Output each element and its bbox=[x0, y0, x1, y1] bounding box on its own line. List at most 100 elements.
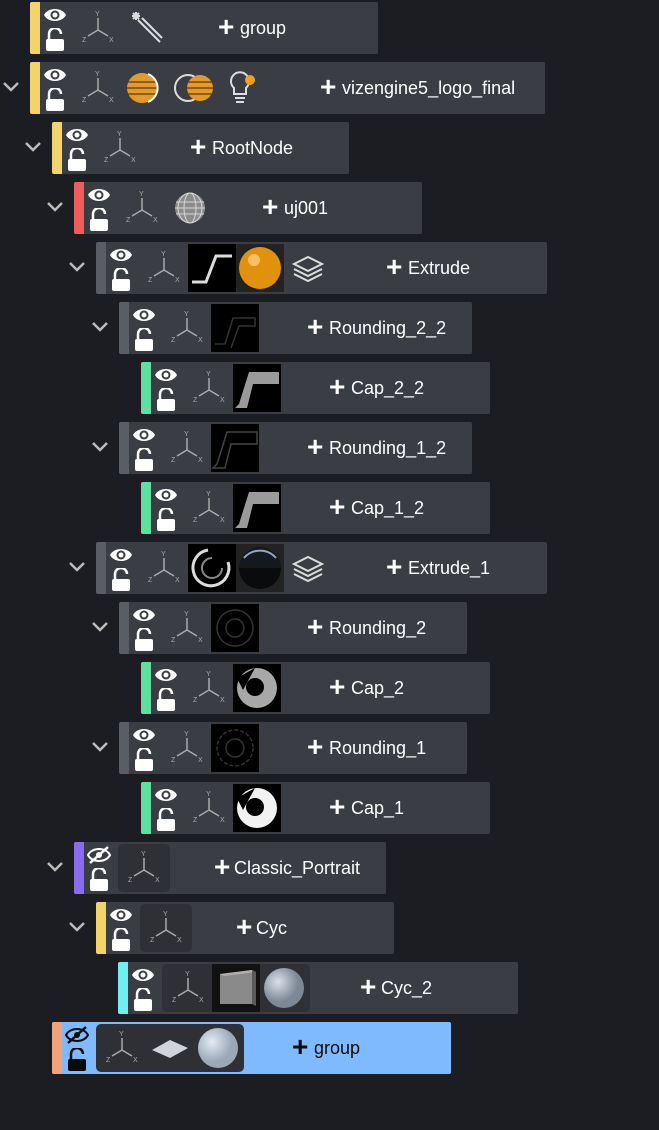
add-child-button[interactable]: + bbox=[329, 373, 345, 401]
chevron-down-icon[interactable] bbox=[44, 195, 66, 217]
unlock-icon[interactable] bbox=[45, 28, 65, 52]
tree-node[interactable]: Y Z X + Cap_2 bbox=[141, 662, 490, 714]
add-child-button[interactable]: + bbox=[386, 253, 402, 281]
eye-icon[interactable] bbox=[132, 305, 156, 325]
unlock-icon[interactable] bbox=[111, 928, 131, 952]
axis-icon[interactable]: Y Z X bbox=[74, 64, 122, 112]
tree-node[interactable]: Y Z X + Rounding_1_2 bbox=[119, 422, 472, 474]
tree-node[interactable]: Y Z X + Cyc bbox=[96, 902, 394, 954]
add-child-button[interactable]: + bbox=[236, 913, 252, 941]
tree-node[interactable]: Y Z X + uj001 bbox=[74, 182, 422, 234]
dark-ring-thumb[interactable] bbox=[211, 604, 259, 652]
add-child-button[interactable]: + bbox=[329, 793, 345, 821]
axis-icon[interactable]: Y Z X bbox=[163, 424, 211, 472]
unlock-icon[interactable] bbox=[156, 808, 176, 832]
tree-node[interactable]: Y Z X + Rounding_2 bbox=[119, 602, 467, 654]
axis-icon[interactable]: Y Z X bbox=[98, 1024, 146, 1072]
chevron-down-icon[interactable] bbox=[22, 135, 44, 157]
axis-icon[interactable]: Y Z X bbox=[163, 724, 211, 772]
tree-node[interactable]: Y Z X + RootNode bbox=[52, 122, 349, 174]
eye-icon[interactable] bbox=[65, 125, 89, 145]
tree-node[interactable]: Y Z X + Cyc_2 bbox=[118, 962, 518, 1014]
unlock-icon[interactable] bbox=[134, 448, 154, 472]
add-child-button[interactable]: + bbox=[329, 673, 345, 701]
eye-hidden-icon[interactable] bbox=[87, 845, 111, 865]
gray-sphere-thumb[interactable] bbox=[260, 964, 308, 1012]
unlock-icon[interactable] bbox=[156, 508, 176, 532]
eye-icon[interactable] bbox=[132, 425, 156, 445]
gray-cube-thumb[interactable] bbox=[212, 964, 260, 1012]
axis-icon[interactable]: Y Z X bbox=[118, 184, 166, 232]
tree-node[interactable]: Y Z X + Cap_2_2 bbox=[141, 362, 490, 414]
add-child-button[interactable]: + bbox=[190, 133, 206, 161]
chevron-down-icon[interactable] bbox=[44, 855, 66, 877]
eye-icon[interactable] bbox=[154, 485, 178, 505]
unlock-icon[interactable] bbox=[67, 148, 87, 172]
layers-icon[interactable] bbox=[284, 244, 332, 292]
eye-icon[interactable] bbox=[154, 665, 178, 685]
wire-sphere-icon[interactable] bbox=[166, 184, 214, 232]
unlock-icon[interactable] bbox=[134, 328, 154, 352]
tree-node[interactable]: Y Z X + Classic_Portrait bbox=[74, 842, 386, 894]
unlock-icon[interactable] bbox=[89, 868, 109, 892]
tree-node[interactable]: Y Z X + group bbox=[30, 2, 378, 54]
tree-node[interactable]: Y Z X + Rounding_1 bbox=[119, 722, 467, 774]
chevron-down-icon[interactable] bbox=[89, 435, 111, 457]
layers-icon[interactable] bbox=[284, 544, 332, 592]
white-ring-thumb[interactable] bbox=[233, 784, 281, 832]
dark-z-shape-thumb[interactable] bbox=[211, 424, 259, 472]
orange-ball-thumb[interactable] bbox=[236, 244, 284, 292]
axis-icon[interactable]: Y Z X bbox=[120, 844, 168, 892]
orange-sphere-half-icon[interactable] bbox=[122, 64, 170, 112]
eye-icon[interactable] bbox=[132, 725, 156, 745]
add-child-button[interactable]: + bbox=[307, 313, 323, 341]
tree-node[interactable]: Y Z X + Extrude_1 bbox=[96, 542, 547, 594]
axis-icon[interactable]: Y Z X bbox=[96, 124, 144, 172]
dark-z-shape-thumb[interactable] bbox=[211, 304, 259, 352]
add-child-button[interactable]: + bbox=[329, 493, 345, 521]
dark-ring-thumb[interactable] bbox=[211, 724, 259, 772]
chevron-down-icon[interactable] bbox=[66, 915, 88, 937]
tree-node-selected[interactable]: Y Z X + group bbox=[52, 1022, 451, 1074]
axis-icon[interactable]: Y Z X bbox=[185, 664, 233, 712]
tree-node[interactable]: Y Z X + Cap_1_2 bbox=[141, 482, 490, 534]
light-bulb-icon[interactable] bbox=[218, 64, 266, 112]
unlock-icon[interactable] bbox=[156, 688, 176, 712]
chevron-down-icon[interactable] bbox=[89, 315, 111, 337]
eye-icon[interactable] bbox=[154, 785, 178, 805]
tree-node[interactable]: Y Z X + Rounding_2_2 bbox=[119, 302, 472, 354]
eye-icon[interactable] bbox=[87, 185, 111, 205]
magic-wand-icon[interactable] bbox=[122, 4, 170, 52]
tree-node[interactable]: Y Z X + Cap_1 bbox=[141, 782, 490, 834]
add-child-button[interactable]: + bbox=[262, 193, 278, 221]
unlock-icon[interactable] bbox=[156, 388, 176, 412]
add-child-button[interactable]: + bbox=[307, 733, 323, 761]
axis-icon[interactable]: Y Z X bbox=[74, 4, 122, 52]
unlock-icon[interactable] bbox=[45, 88, 65, 112]
eye-icon[interactable] bbox=[132, 605, 156, 625]
unlock-icon[interactable] bbox=[111, 268, 131, 292]
unlock-icon[interactable] bbox=[133, 988, 153, 1012]
eye-icon[interactable] bbox=[109, 545, 133, 565]
add-child-button[interactable]: + bbox=[360, 973, 376, 1001]
axis-icon[interactable]: Y Z X bbox=[185, 364, 233, 412]
ring-thumb[interactable] bbox=[188, 544, 236, 592]
axis-icon[interactable]: Y Z X bbox=[140, 544, 188, 592]
tree-node[interactable]: Y Z X + Extrude bbox=[96, 242, 547, 294]
tree-node[interactable]: Y Z X + vizengine5_logo_final bbox=[30, 62, 545, 114]
unlock-icon[interactable] bbox=[134, 628, 154, 652]
add-child-button[interactable]: + bbox=[320, 73, 336, 101]
eye-icon[interactable] bbox=[109, 245, 133, 265]
dark-ball-thumb[interactable] bbox=[236, 544, 284, 592]
axis-icon[interactable]: Y Z X bbox=[140, 244, 188, 292]
add-child-button[interactable]: + bbox=[307, 433, 323, 461]
eye-icon[interactable] bbox=[43, 5, 67, 25]
chevron-down-icon[interactable] bbox=[89, 735, 111, 757]
gray-sphere-thumb[interactable] bbox=[194, 1024, 242, 1072]
axis-icon[interactable]: Y Z X bbox=[185, 784, 233, 832]
gray-ring-thumb[interactable] bbox=[233, 664, 281, 712]
orange-sphere-outline-icon[interactable] bbox=[170, 64, 218, 112]
chevron-down-icon[interactable] bbox=[66, 555, 88, 577]
chevron-down-icon[interactable] bbox=[66, 255, 88, 277]
axis-icon[interactable]: Y Z X bbox=[163, 604, 211, 652]
